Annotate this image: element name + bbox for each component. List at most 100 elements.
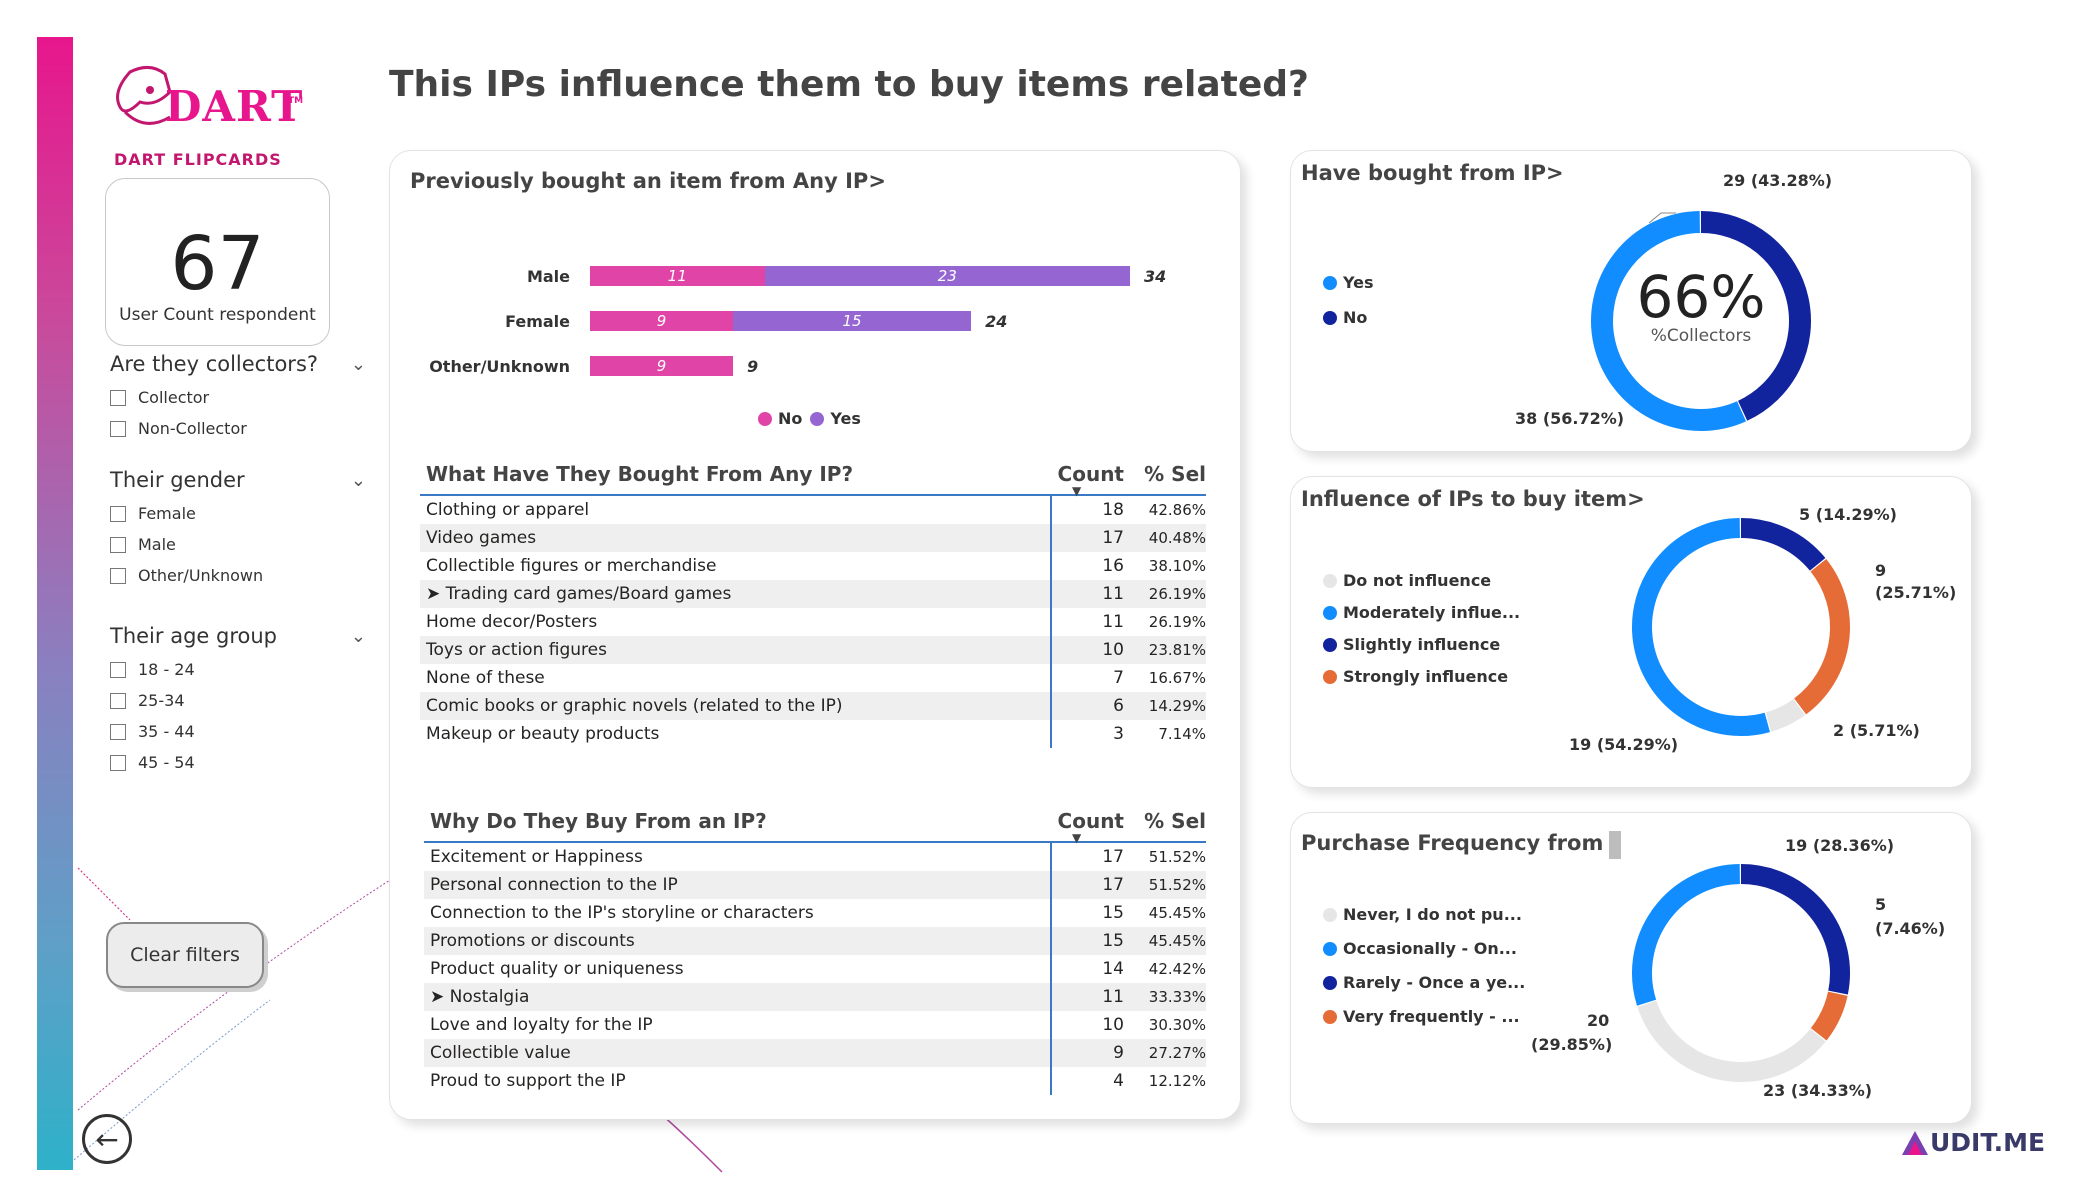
table-row[interactable]: Connection to the IP's storyline or char… bbox=[424, 899, 1206, 927]
table-row[interactable]: Makeup or beauty products 3 7.14% bbox=[420, 720, 1206, 748]
cell-pct: 26.19% bbox=[1148, 585, 1206, 603]
cell-name: Love and loyalty for the IP bbox=[430, 1015, 653, 1035]
cell-name: None of these bbox=[426, 668, 545, 688]
slicer-option-female[interactable]: Female bbox=[110, 504, 366, 523]
table-row[interactable]: Excitement or Happiness 17 51.52% bbox=[424, 843, 1206, 871]
option-label: Collector bbox=[138, 388, 210, 407]
chevron-down-icon[interactable]: ⌄ bbox=[351, 626, 366, 647]
option-label: 18 - 24 bbox=[138, 660, 195, 679]
header-count[interactable]: Count ▼ bbox=[1052, 809, 1136, 845]
bar-total-label: 24 bbox=[985, 312, 1008, 331]
sort-desc-icon[interactable]: ▼ bbox=[1072, 484, 1081, 498]
table-row[interactable]: None of these 7 16.67% bbox=[420, 664, 1206, 692]
donut3-label-occasionally-pct: (29.85%) bbox=[1531, 1035, 1613, 1054]
slicer-collectors: Are they collectors? ⌄ Collector Non-Col… bbox=[110, 352, 366, 438]
donut1-center-label: %Collectors bbox=[1650, 326, 1752, 346]
legend-very-frequently: Very frequently - ... bbox=[1323, 1007, 1525, 1026]
table-row[interactable]: Collectible figures or merchandise 16 38.1… bbox=[420, 552, 1206, 580]
table-row[interactable]: Toys or action figures 10 23.81% bbox=[420, 636, 1206, 664]
option-label: Other/Unknown bbox=[138, 566, 264, 585]
sort-desc-icon[interactable]: ▼ bbox=[1072, 831, 1081, 845]
donut-slice-occasionally[interactable] bbox=[1632, 864, 1741, 1006]
cell-name: Collectible value bbox=[430, 1043, 571, 1063]
header-count[interactable]: Count ▼ bbox=[1052, 462, 1136, 498]
slicer-option-other[interactable]: Other/Unknown bbox=[110, 566, 366, 585]
table-row[interactable]: Promotions or discounts 15 45.45% bbox=[424, 927, 1206, 955]
option-label: Non-Collector bbox=[138, 419, 247, 438]
clear-filters-button[interactable]: Clear filters bbox=[106, 922, 264, 988]
donut-slice-never[interactable] bbox=[1637, 1000, 1826, 1082]
bar-segment-no[interactable]: 9 bbox=[590, 356, 733, 376]
legend-label: Moderately influe... bbox=[1343, 603, 1521, 622]
table-row[interactable]: Video games 17 40.48% bbox=[420, 524, 1206, 552]
checkbox[interactable] bbox=[110, 389, 126, 406]
legend-rarely: Rarely - Once a ye... bbox=[1323, 973, 1525, 992]
legend-label: Strongly influence bbox=[1343, 667, 1509, 686]
bar-segment-yes[interactable]: 23 bbox=[764, 266, 1130, 286]
legend-occasionally: Occasionally - On... bbox=[1323, 939, 1525, 958]
donut-slice-strongly[interactable] bbox=[1793, 559, 1850, 715]
cell-name: Collectible figures or merchandise bbox=[426, 556, 717, 576]
cell-name: Makeup or beauty products bbox=[426, 724, 660, 744]
slicer-option-45-54[interactable]: 45 - 54 bbox=[110, 753, 366, 772]
bar-legend: No Yes bbox=[758, 409, 861, 428]
cell-count: 14 bbox=[1050, 955, 1136, 983]
slicer-option-male[interactable]: Male bbox=[110, 535, 366, 554]
back-arrow-icon[interactable]: ← bbox=[82, 1114, 132, 1164]
legend-label: No bbox=[778, 409, 803, 428]
table-row[interactable]: Personal connection to the IP 17 51.52% bbox=[424, 871, 1206, 899]
cell-count: 7 bbox=[1050, 664, 1136, 692]
bar-segment-no[interactable]: 9 bbox=[590, 311, 733, 331]
table-row[interactable]: Collectible value 9 27.27% bbox=[424, 1039, 1206, 1067]
table-row[interactable]: Comic books or graphic novels (related t… bbox=[420, 692, 1206, 720]
checkbox[interactable] bbox=[110, 567, 126, 584]
donut-slice-moderately[interactable] bbox=[1632, 518, 1770, 736]
header-count-label: Count bbox=[1057, 809, 1124, 833]
checkbox[interactable] bbox=[110, 754, 126, 771]
slicer-option-18-24[interactable]: 18 - 24 bbox=[110, 660, 366, 679]
option-label: 35 - 44 bbox=[138, 722, 195, 741]
table-row[interactable]: Clothing or apparel 18 42.86% bbox=[420, 496, 1206, 524]
table-row[interactable]: ➤ Nostalgia 11 33.33% bbox=[424, 983, 1206, 1011]
chevron-down-icon[interactable]: ⌄ bbox=[351, 470, 366, 491]
cell-name: Promotions or discounts bbox=[430, 931, 635, 951]
slicer-option-25-34[interactable]: 25-34 bbox=[110, 691, 366, 710]
table-header: Why Do They Buy From an IP? Count ▼ % Sel bbox=[424, 801, 1206, 845]
bar-segment-no[interactable]: 11 bbox=[590, 266, 765, 286]
cell-count: 10 bbox=[1050, 1011, 1136, 1039]
checkbox[interactable] bbox=[110, 536, 126, 553]
dart-logo: DART TM DART FLIPCARDS bbox=[110, 62, 303, 172]
table-what-bought: What Have They Bought From Any IP? Count… bbox=[420, 454, 1206, 748]
checkbox[interactable] bbox=[110, 420, 126, 437]
table-row[interactable]: Product quality or uniqueness 14 42.42% bbox=[424, 955, 1206, 983]
table-row[interactable]: Proud to support the IP 4 12.12% bbox=[424, 1067, 1206, 1095]
donut1-legend: Yes No bbox=[1323, 273, 1374, 327]
checkbox[interactable] bbox=[110, 505, 126, 522]
donut-slice-very-frequently[interactable] bbox=[1810, 991, 1848, 1041]
legend-strongly: Strongly influence bbox=[1323, 667, 1520, 686]
legend-dot bbox=[1323, 573, 1337, 588]
donut-slice-rarely[interactable] bbox=[1740, 864, 1850, 995]
donut3-title: Purchase Frequency from bbox=[1301, 831, 1604, 855]
slicer-option-non-collector[interactable]: Non-Collector bbox=[110, 419, 366, 438]
cell-pct: 38.10% bbox=[1148, 557, 1206, 575]
cell-pct: 42.86% bbox=[1148, 501, 1206, 519]
table-row[interactable]: ➤ Trading card games/Board games 11 26.19% bbox=[420, 580, 1206, 608]
cell-name: Product quality or uniqueness bbox=[430, 959, 684, 979]
legend-dot bbox=[1323, 605, 1337, 620]
slicer-option-35-44[interactable]: 35 - 44 bbox=[110, 722, 366, 741]
donut-slice-do-not[interactable] bbox=[1765, 698, 1806, 732]
checkbox[interactable] bbox=[110, 692, 126, 709]
cell-count: 15 bbox=[1050, 899, 1136, 927]
checkbox[interactable] bbox=[110, 661, 126, 678]
chevron-down-icon[interactable]: ⌄ bbox=[351, 354, 366, 375]
slicer-option-collector[interactable]: Collector bbox=[110, 388, 366, 407]
table-row[interactable]: Love and loyalty for the IP 10 30.30% bbox=[424, 1011, 1206, 1039]
tooltip-handle[interactable] bbox=[1609, 831, 1621, 859]
legend-dot bbox=[1323, 637, 1337, 652]
donut-slice-slightly[interactable] bbox=[1740, 518, 1826, 571]
table-row[interactable]: Home decor/Posters 11 26.19% bbox=[420, 608, 1206, 636]
bar-segment-yes[interactable]: 15 bbox=[732, 311, 972, 331]
cell-pct: 12.12% bbox=[1148, 1072, 1206, 1090]
checkbox[interactable] bbox=[110, 723, 126, 740]
